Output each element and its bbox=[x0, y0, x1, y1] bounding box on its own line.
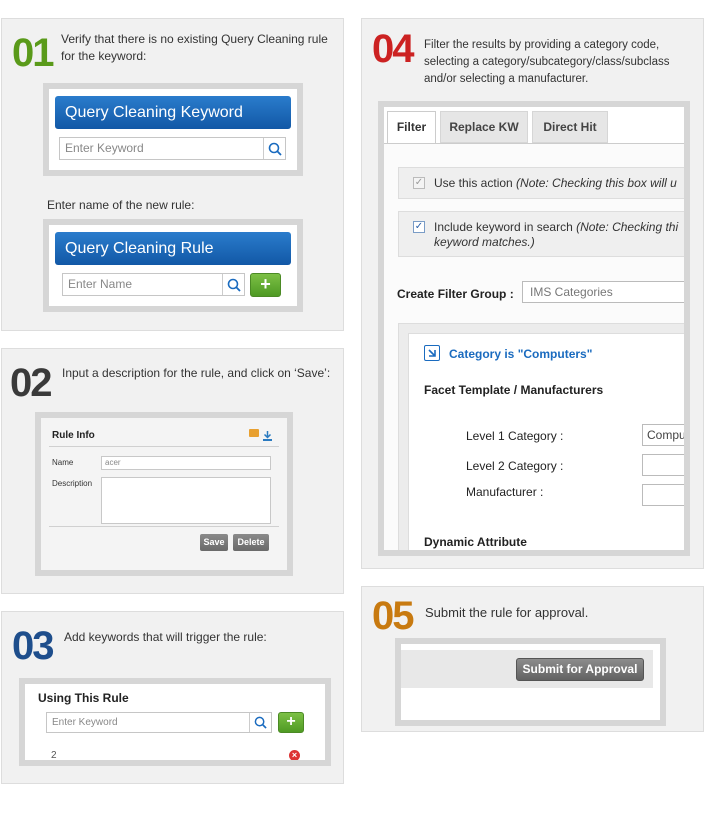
form-divider bbox=[49, 526, 279, 527]
using-rule-frame: Using This Rule Enter Keyword + 2 × bbox=[19, 678, 331, 766]
remove-icon[interactable]: × bbox=[289, 750, 300, 760]
keyword-input[interactable]: Enter Keyword bbox=[59, 137, 286, 160]
filter-frame: Filter Replace KW Direct Hit ✓ Use this … bbox=[378, 101, 690, 556]
include-kw-label: Include keyword in search (Note: Checkin… bbox=[434, 220, 679, 249]
step2-text: Input a description for the rule, and cl… bbox=[62, 366, 331, 380]
search-icon[interactable] bbox=[249, 713, 271, 732]
tab-filter[interactable]: Filter bbox=[387, 111, 436, 144]
name-input[interactable]: acer bbox=[101, 456, 271, 470]
step1-text: Verify that there is no existing Query C… bbox=[61, 32, 328, 63]
submit-button[interactable]: Submit for Approval bbox=[516, 658, 644, 681]
use-action-label: Use this action (Note: Checking this box… bbox=[434, 176, 677, 190]
category-title[interactable]: Category is "Computers" bbox=[449, 347, 592, 361]
step4-panel: 04 Filter the results by providing a cat… bbox=[361, 18, 704, 569]
rule-frame: Query Cleaning Rule Enter Name + bbox=[43, 219, 303, 312]
step4-text: Filter the results by providing a catego… bbox=[424, 39, 670, 85]
using-rule-title: Using This Rule bbox=[38, 691, 129, 705]
step5-number: 05 bbox=[372, 594, 414, 638]
rule-prompt: Enter name of the new rule: bbox=[47, 198, 195, 212]
dynamic-attribute-title: Dynamic Attribute bbox=[424, 535, 527, 549]
step1-number: 01 bbox=[12, 31, 54, 75]
rule-info-title: Rule Info bbox=[52, 430, 95, 441]
step1-panel: 01 Verify that there is no existing Quer… bbox=[1, 18, 344, 331]
manufacturer-label: Manufacturer : bbox=[466, 485, 544, 499]
search-icon[interactable] bbox=[222, 274, 244, 295]
include-kw-checkbox[interactable]: ✓ bbox=[413, 221, 425, 233]
trigger-keyword-input[interactable]: Enter Keyword bbox=[46, 712, 272, 733]
rule-info-frame: Rule Info Name acer Description Save Del… bbox=[35, 412, 293, 576]
use-action-checkbox[interactable]: ✓ bbox=[413, 177, 425, 189]
description-textarea[interactable] bbox=[101, 477, 271, 524]
step4-number: 04 bbox=[372, 27, 414, 71]
manufacturer-select[interactable] bbox=[642, 484, 684, 506]
step3-text: Add keywords that will trigger the rule: bbox=[64, 630, 267, 644]
title-divider bbox=[49, 446, 279, 447]
trigger-keyword-placeholder: Enter Keyword bbox=[52, 717, 118, 728]
description-label: Description bbox=[52, 479, 93, 488]
step2-panel: 02 Input a description for the rule, and… bbox=[1, 348, 344, 594]
rule-name-input[interactable]: Enter Name bbox=[62, 273, 245, 296]
rule-name-placeholder: Enter Name bbox=[68, 277, 133, 291]
level1-select[interactable]: Compu bbox=[642, 424, 684, 446]
delete-button[interactable]: Delete bbox=[233, 534, 269, 551]
level1-label: Level 1 Category : bbox=[466, 429, 564, 443]
keyword-frame: Query Cleaning Keyword Enter Keyword bbox=[43, 83, 303, 176]
rule-header: Query Cleaning Rule bbox=[55, 232, 291, 265]
level2-label: Level 2 Category : bbox=[466, 459, 564, 473]
search-icon[interactable] bbox=[263, 138, 285, 159]
download-icon[interactable] bbox=[263, 428, 272, 441]
save-button[interactable]: Save bbox=[200, 534, 228, 551]
tab-replace-kw[interactable]: Replace KW bbox=[440, 111, 528, 143]
keyword-placeholder: Enter Keyword bbox=[65, 141, 144, 155]
facet-title: Facet Template / Manufacturers bbox=[424, 383, 604, 397]
step5-panel: 05 Submit the rule for approval. Submit … bbox=[361, 586, 704, 732]
tab-direct-hit[interactable]: Direct Hit bbox=[532, 111, 608, 143]
name-label: Name bbox=[52, 458, 74, 467]
keyword-row-value: 2 bbox=[51, 750, 57, 760]
add-rule-button[interactable]: + bbox=[250, 273, 281, 297]
filter-group-select[interactable]: IMS Categories bbox=[522, 281, 684, 303]
step5-text: Submit the rule for approval. bbox=[425, 605, 589, 620]
add-keyword-button[interactable]: + bbox=[278, 712, 304, 733]
filter-group-label: Create Filter Group : bbox=[397, 287, 514, 301]
step3-panel: 03 Add keywords that will trigger the ru… bbox=[1, 611, 344, 784]
folder-icon[interactable] bbox=[249, 429, 259, 437]
keyword-header: Query Cleaning Keyword bbox=[55, 96, 291, 129]
collapse-icon[interactable] bbox=[424, 345, 440, 361]
step3-number: 03 bbox=[12, 624, 54, 668]
level2-select[interactable] bbox=[642, 454, 684, 476]
submit-frame: Submit for Approval bbox=[395, 638, 666, 726]
step2-number: 02 bbox=[10, 361, 52, 405]
